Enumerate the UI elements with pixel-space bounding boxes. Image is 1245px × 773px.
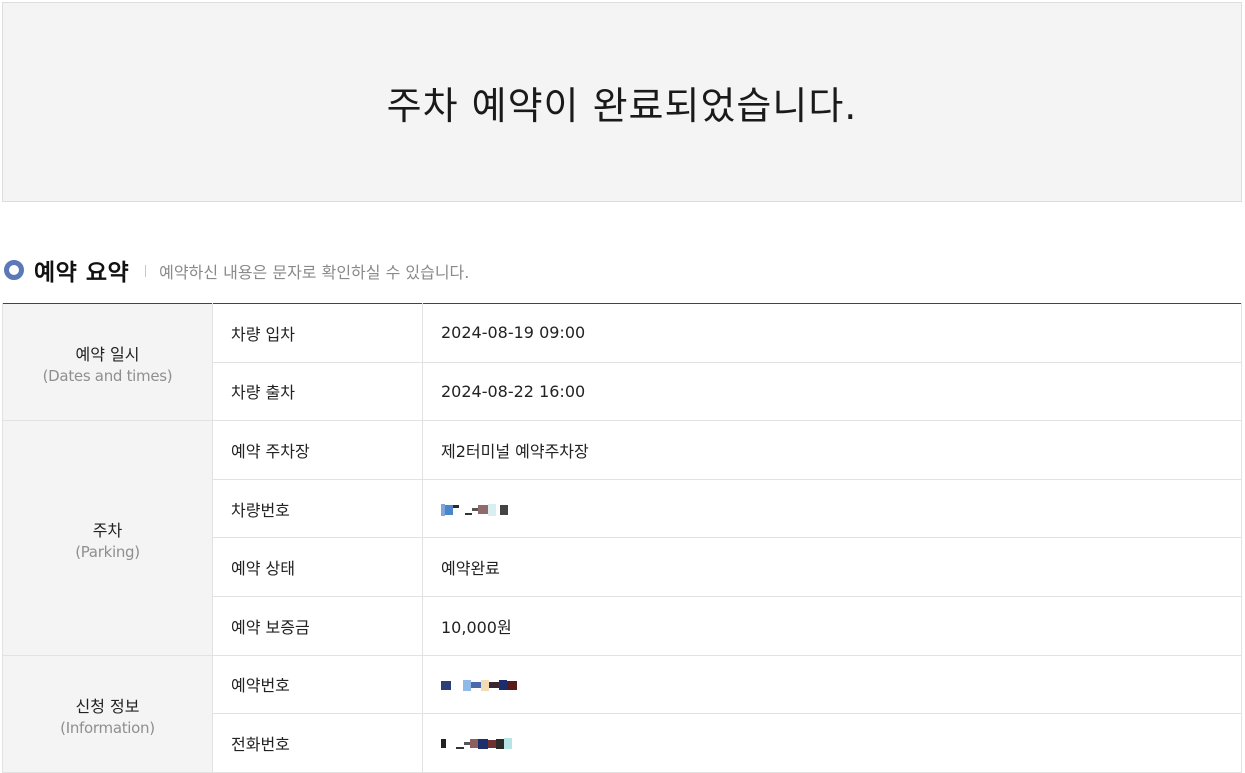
lot-value: 제2터미널 예약주차장: [422, 420, 1242, 480]
status-value: 예약완료: [422, 537, 1242, 597]
reservation-no-label: 예약번호: [212, 655, 423, 715]
group-label: 예약 일시: [75, 345, 140, 365]
redacted-plate: [441, 502, 508, 518]
entry-value: 2024-08-19 09:00: [422, 303, 1242, 363]
table-row: 주차 (Parking) 예약 주차장 제2터미널 예약주차장: [2, 420, 1242, 656]
plate-value: [422, 479, 1242, 539]
group-label-en: (Information): [60, 718, 155, 737]
group-label-en: (Dates and times): [42, 367, 173, 386]
summary-header: 예약 요약 예약하신 내용은 문자로 확인하실 수 있습니다.: [4, 254, 469, 286]
group-parking: 주차 (Parking): [2, 420, 213, 656]
group-dates: 예약 일시 (Dates and times): [2, 303, 213, 422]
status-label: 예약 상태: [212, 537, 423, 597]
redacted-phone-number: [441, 736, 512, 752]
table-row: 신청 정보 (Information) 예약번호: [2, 655, 1242, 773]
group-label-en: (Parking): [75, 542, 140, 561]
circle-bullet-icon: [4, 260, 24, 280]
group-info: 신청 정보 (Information): [2, 655, 213, 773]
reservation-no-value: [422, 655, 1242, 715]
plate-label: 차량번호: [212, 479, 423, 539]
deposit-label: 예약 보증금: [212, 596, 423, 656]
deposit-value: 10,000원: [422, 596, 1242, 656]
phone-value: [422, 713, 1242, 773]
summary-subtitle: 예약하신 내용은 문자로 확인하실 수 있습니다.: [159, 263, 470, 282]
completion-banner: 주차 예약이 완료되었습니다.: [2, 2, 1242, 202]
group-label: 주차: [92, 520, 123, 540]
summary-title: 예약 요약: [34, 260, 130, 286]
exit-label: 차량 출차: [212, 362, 423, 422]
entry-label: 차량 입차: [212, 303, 423, 363]
header-divider: [145, 265, 147, 277]
group-label: 신청 정보: [75, 696, 140, 716]
exit-value: 2024-08-22 16:00: [422, 362, 1242, 422]
table-row: 예약 일시 (Dates and times) 차량 입차 2024-08-19…: [2, 303, 1242, 422]
reservation-summary-table: 예약 일시 (Dates and times) 차량 입차 2024-08-19…: [2, 303, 1242, 773]
lot-label: 예약 주차장: [212, 420, 423, 480]
completion-title: 주차 예약이 완료되었습니다.: [386, 83, 858, 128]
phone-label: 전화번호: [212, 713, 423, 773]
redacted-reservation-number: [441, 677, 517, 693]
